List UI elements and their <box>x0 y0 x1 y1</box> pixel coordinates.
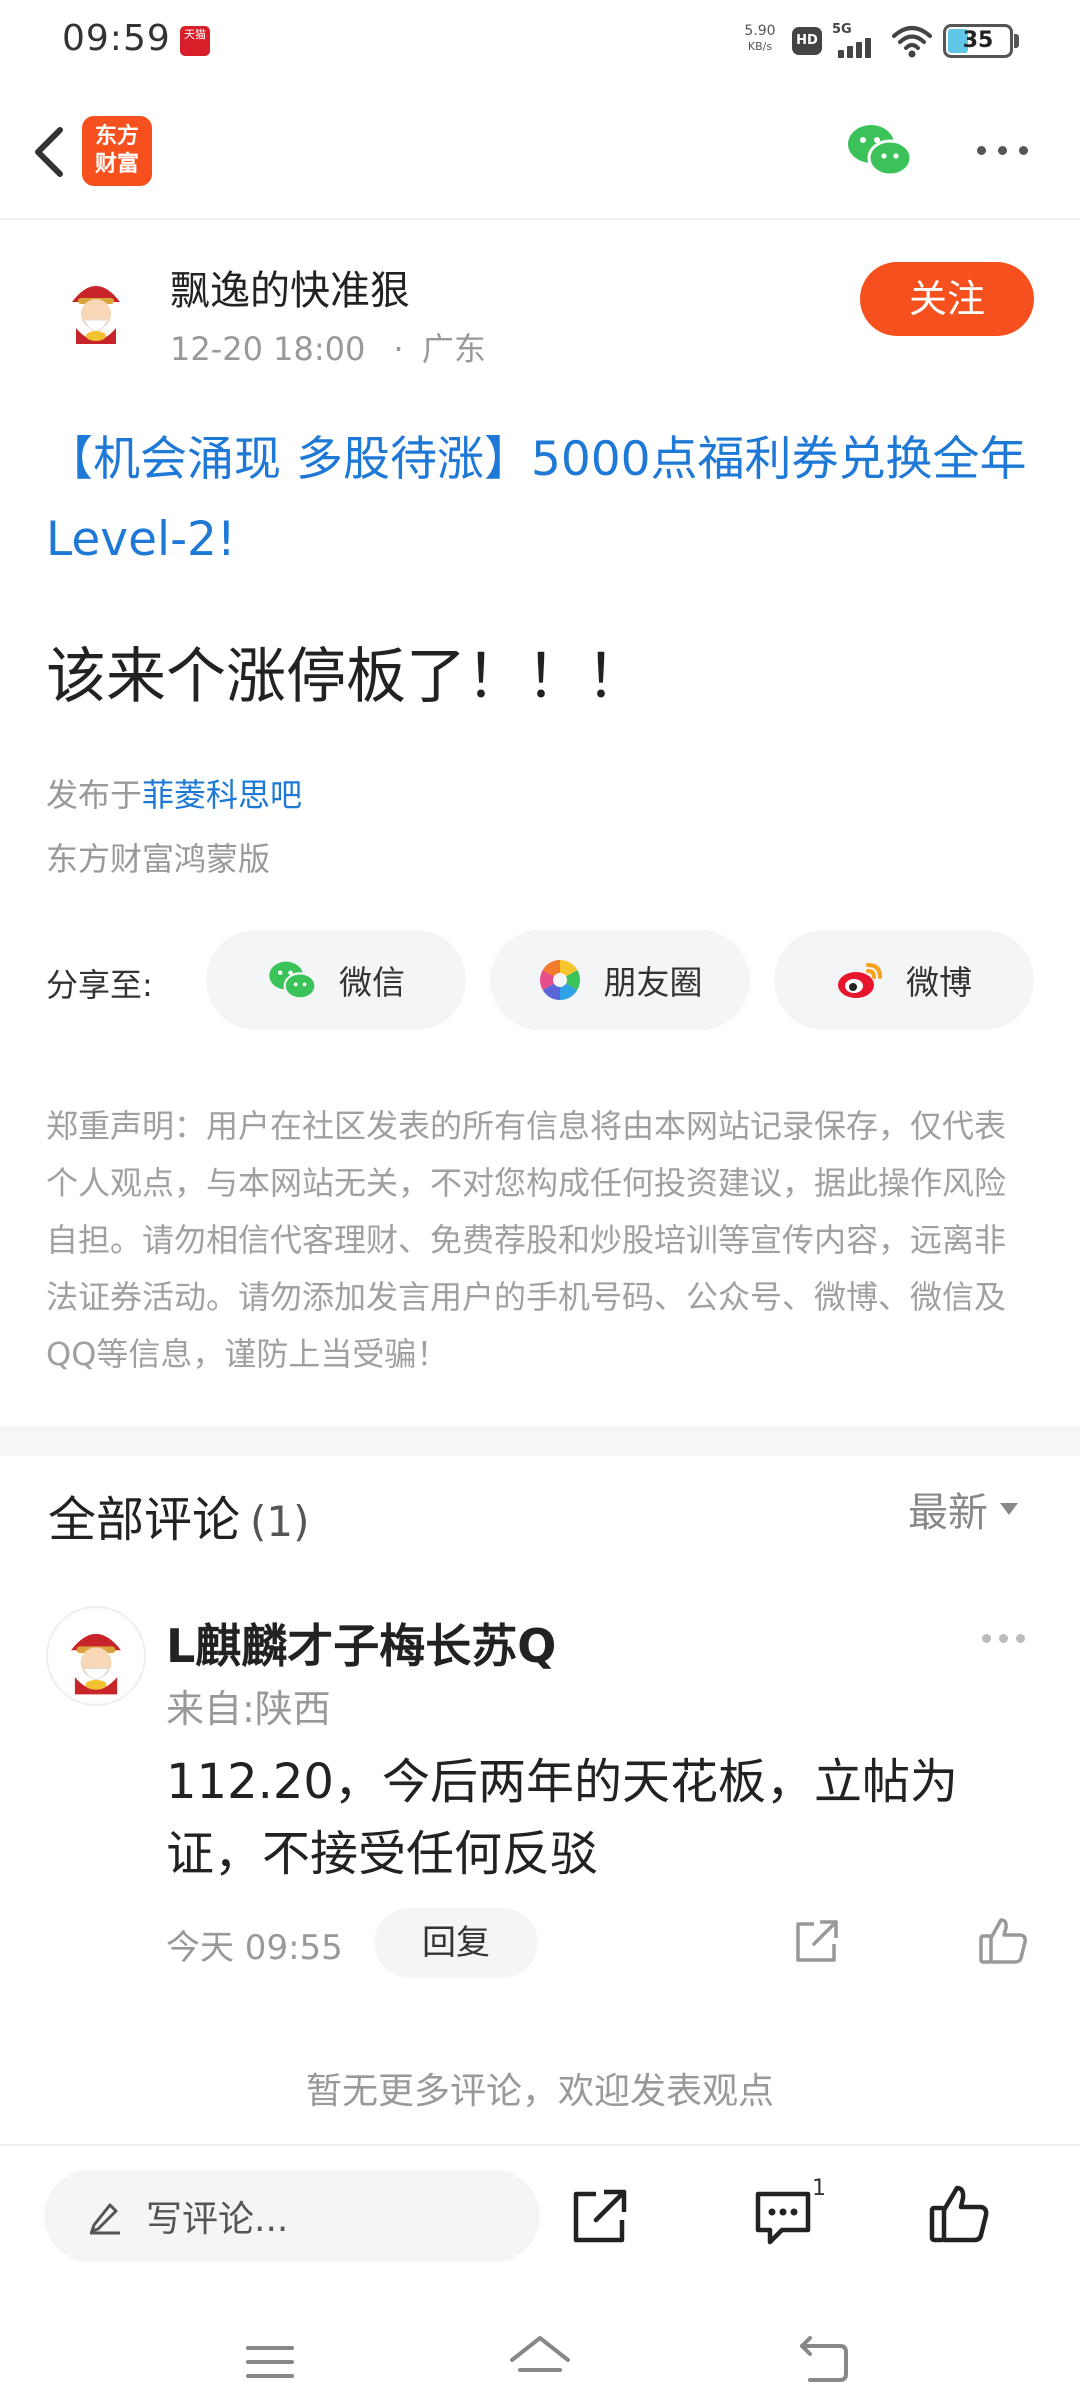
share-icon[interactable] <box>790 1916 842 1968</box>
promo-link[interactable]: 【机会涌现 多股待涨】5000点福利券兑换全年Level-2! <box>46 420 1036 580</box>
home-icon[interactable] <box>508 2334 572 2386</box>
cellular-signal-icon: 5G <box>832 22 880 60</box>
weibo-icon <box>838 963 882 998</box>
comments-title-label: 全部评论 <box>48 1492 241 1548</box>
tmall-notification-icon: 天猫 <box>180 26 210 56</box>
comments-count: (1) <box>250 1497 310 1546</box>
hd-voice-icon: HD <box>792 27 822 55</box>
client-source: 东方财富鸿蒙版 <box>46 840 271 878</box>
sort-dropdown[interactable]: 最新 <box>908 1480 1018 1538</box>
sort-label: 最新 <box>908 1490 988 1536</box>
network-speed-value: 5.90 <box>744 23 776 39</box>
reply-button[interactable]: 回复 <box>374 1908 538 1978</box>
comments-title: 全部评论 (1) <box>48 1480 310 1550</box>
published-in: 发布于菲菱科思吧 <box>46 770 302 816</box>
comment-count-badge: 1 <box>812 2176 826 2201</box>
commenter-location: 来自:陕西 <box>166 1687 331 1731</box>
network-type-label: 5G <box>832 22 852 37</box>
more-options-icon[interactable] <box>972 132 1032 168</box>
status-time: 09:59 <box>62 18 171 59</box>
commenter-avatar[interactable] <box>46 1606 146 1706</box>
no-more-comments: 暂无更多评论，欢迎发表观点 <box>305 2071 774 2112</box>
wechat-icon[interactable] <box>846 120 912 180</box>
post-location: 广东 <box>421 330 486 368</box>
back-icon[interactable] <box>22 122 82 182</box>
share-moments-label: 朋友圈 <box>603 963 703 1002</box>
top-nav-bar <box>0 100 1080 220</box>
post-meta: 12-20 18:00 · 广东 <box>170 330 486 368</box>
status-bar: 09:59 天猫 5.90 KB/s HD 5G 35 <box>0 0 1080 84</box>
menu-icon[interactable] <box>246 2342 294 2382</box>
thumbs-up-icon[interactable] <box>976 1914 1030 1968</box>
back-gesture-icon[interactable] <box>796 2334 852 2384</box>
comment-icon[interactable] <box>752 2186 814 2248</box>
disclaimer-text: 郑重声明：用户在社区发表的所有信息将由本网站记录保存，仅代表个人观点，与本网站无… <box>46 1107 1007 1373</box>
share-weibo-label: 微博 <box>906 963 972 1002</box>
bottom-toolbar: 写评论... 1 <box>0 2144 1080 2284</box>
caret-down-icon <box>1000 1503 1018 1515</box>
system-nav-bar <box>0 2284 1080 2408</box>
wifi-icon <box>892 26 932 58</box>
battery-level: 35 <box>962 28 994 53</box>
forum-link[interactable]: 菲菱科思吧 <box>142 776 302 814</box>
follow-button[interactable]: 关注 <box>860 262 1034 336</box>
battery-icon: 35 <box>943 24 1013 58</box>
commenter-name[interactable]: L麒麟才子梅长苏Q <box>166 1610 556 1676</box>
share-wechat-button[interactable]: 微信 <box>206 930 466 1030</box>
comment-time: 今天 09:55 <box>166 1928 343 1968</box>
write-comment-input[interactable]: 写评论... <box>44 2170 540 2262</box>
comment-more-icon[interactable] <box>982 1634 1025 1643</box>
logo-line2: 财富 <box>94 152 139 177</box>
eastmoney-logo: 东方 财富 <box>82 116 152 186</box>
published-prefix: 发布于 <box>46 776 143 814</box>
thumbs-up-icon[interactable] <box>926 2182 992 2248</box>
share-icon[interactable] <box>568 2186 630 2248</box>
wechat-icon <box>269 961 317 1000</box>
post-body: 该来个涨停板了！！！ <box>46 642 646 712</box>
share-moments-button[interactable]: 朋友圈 <box>490 930 750 1030</box>
author-name[interactable]: 飘逸的快准狠 <box>170 258 410 316</box>
pencil-icon <box>90 2203 120 2235</box>
comment-text: 112.20，今后两年的天花板，立帖为证，不接受任何反驳 <box>166 1754 958 1882</box>
section-divider <box>0 1426 1080 1456</box>
author-avatar[interactable] <box>50 262 142 354</box>
network-speed: 5.90 KB/s <box>738 24 782 54</box>
write-comment-placeholder: 写评论... <box>146 2199 289 2240</box>
share-wechat-label: 微信 <box>339 963 405 1002</box>
share-label: 分享至: <box>46 966 153 1004</box>
logo-line1: 东方 <box>94 124 139 149</box>
share-weibo-button[interactable]: 微博 <box>774 930 1034 1030</box>
network-speed-unit: KB/s <box>747 40 773 53</box>
post-datetime: 12-20 18:00 <box>170 330 366 368</box>
moments-icon <box>539 960 580 1000</box>
